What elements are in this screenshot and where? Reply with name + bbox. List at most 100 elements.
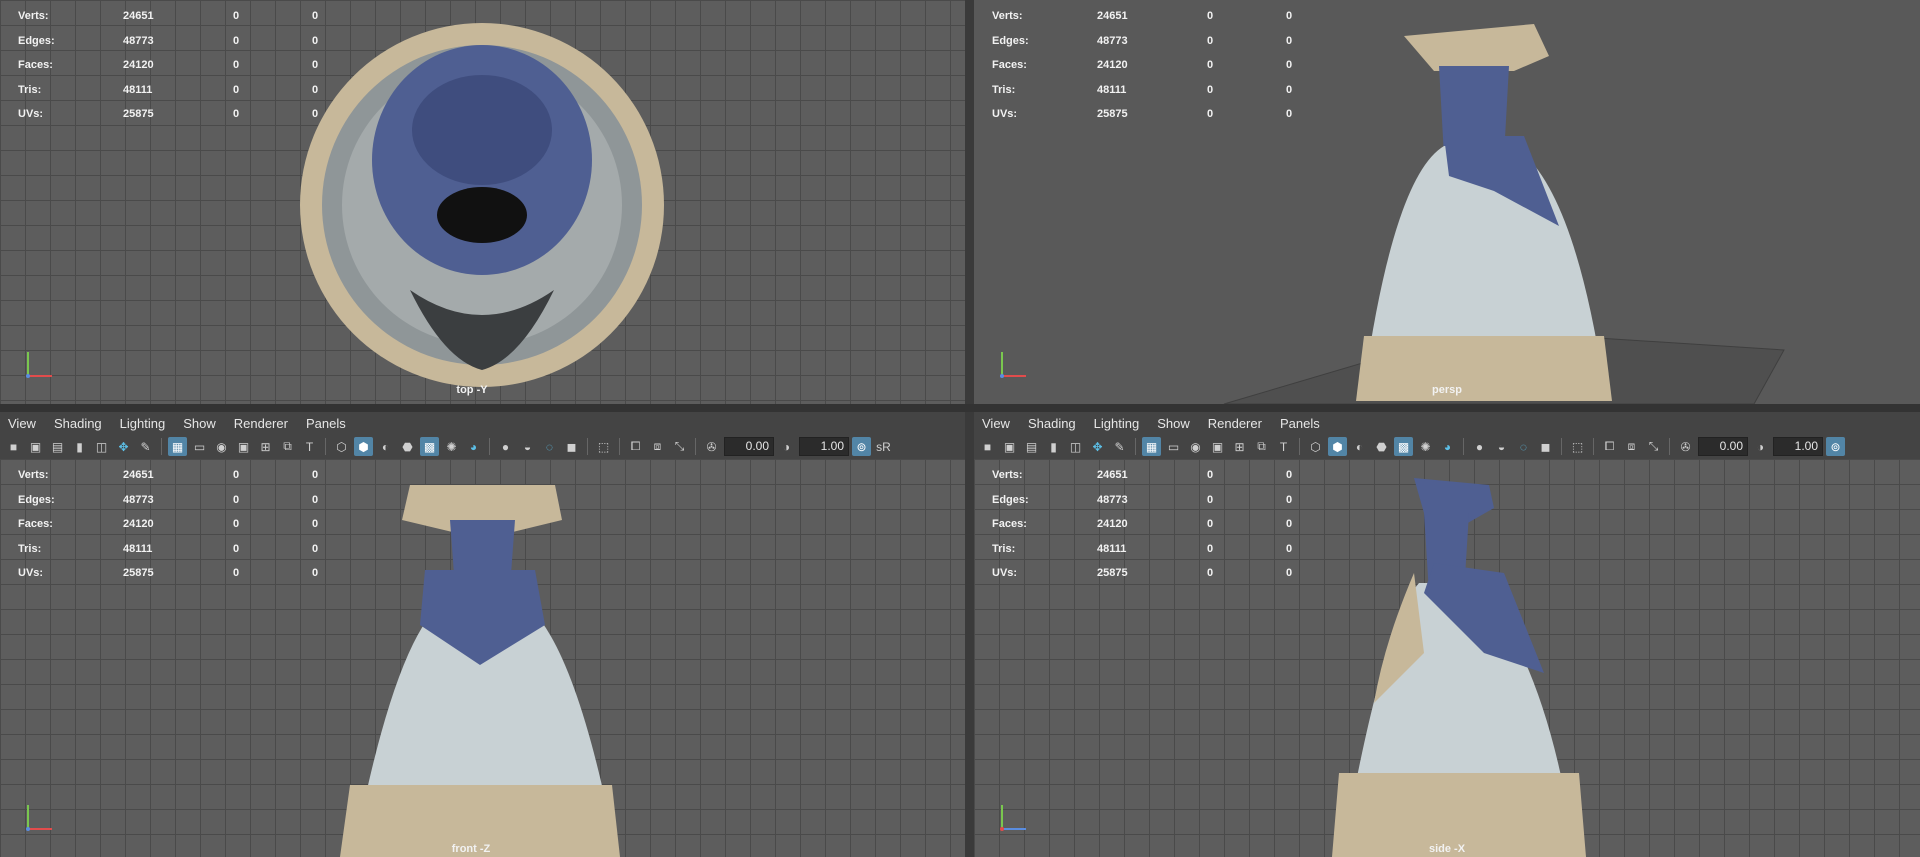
wireframe-on-shaded-icon[interactable]: ⬣ [1372,437,1391,456]
menu-lighting[interactable]: Lighting [120,416,166,431]
shadows-icon[interactable]: ◕ [1438,437,1457,456]
field-chart-icon[interactable]: ⊞ [256,437,275,456]
panel-divider-vertical-bottom[interactable] [965,412,974,857]
wireframe-on-shaded-icon[interactable]: ⬣ [398,437,417,456]
panel-toolbar-front: ■ ▣ ▤ ▮ ◫ ✥ ✎ ▦ ▭ ◉ ▣ ⊞ ⧉ T ⬡ ⬢ ◐ ⬣ ▩ ✺ … [0,434,965,459]
camera-lock-icon[interactable]: ▣ [1000,437,1019,456]
menu-show[interactable]: Show [183,416,216,431]
exposure-field[interactable]: 0.00 [1698,437,1748,456]
xray-icon[interactable]: ⧠ [626,437,645,456]
smooth-shade-icon[interactable]: ⬢ [354,437,373,456]
xray-joints-icon[interactable]: ⤡ [1644,437,1663,456]
menu-view[interactable]: View [8,416,36,431]
stat-edges: 48773 [123,493,154,506]
color-management-icon[interactable]: ⊚ [1826,437,1845,456]
anti-aliasing-icon[interactable]: ◌ [1514,437,1533,456]
toolbar-separator [1135,438,1136,455]
toolbar-separator [695,438,696,455]
light-icon[interactable]: ✺ [442,437,461,456]
default-material-icon[interactable]: ◐ [1350,437,1369,456]
dress-model-front[interactable] [330,475,630,857]
camera-attributes-icon[interactable]: ▤ [48,437,67,456]
stat-label-uvs: UVs: [992,567,1018,580]
texture-icon[interactable]: ▩ [1394,437,1413,456]
image-plane-icon[interactable]: ◫ [1066,437,1085,456]
menu-renderer[interactable]: Renderer [1208,416,1262,431]
menu-show[interactable]: Show [1157,416,1190,431]
view-transform-label[interactable]: sR [874,437,893,456]
resolution-gate-icon[interactable]: ◉ [1186,437,1205,456]
two-d-pan-icon[interactable]: ✥ [114,437,133,456]
safe-action-icon[interactable]: ⧉ [278,437,297,456]
smooth-shade-icon[interactable]: ⬢ [1328,437,1347,456]
camera-icon[interactable]: ■ [978,437,997,456]
grid-icon[interactable]: ▦ [168,437,187,456]
camera-lock-icon[interactable]: ▣ [26,437,45,456]
panel-divider-horizontal[interactable] [0,404,1920,412]
xray-joints-icon[interactable]: ⤡ [670,437,689,456]
stat-label-edges: Edges: [18,34,55,47]
safe-action-icon[interactable]: ⧉ [1252,437,1271,456]
isolate-icon[interactable]: ⬚ [594,437,613,456]
panel-divider-vertical[interactable] [965,0,974,404]
dress-model-side[interactable] [1304,473,1604,857]
depth-of-field-icon[interactable]: ◼ [1536,437,1555,456]
dress-model-top[interactable] [290,10,675,395]
field-chart-icon[interactable]: ⊞ [1230,437,1249,456]
menu-shading[interactable]: Shading [54,416,102,431]
safe-title-icon[interactable]: T [300,437,319,456]
light-icon[interactable]: ✺ [1416,437,1435,456]
image-plane-icon[interactable]: ◫ [92,437,111,456]
menu-view[interactable]: View [982,416,1010,431]
xray-icon[interactable]: ⧠ [1600,437,1619,456]
texture-icon[interactable]: ▩ [420,437,439,456]
screen-space-ao-icon[interactable]: ● [1470,437,1489,456]
screen-space-ao-icon[interactable]: ● [496,437,515,456]
camera-attributes-icon[interactable]: ▤ [1022,437,1041,456]
film-gate-icon[interactable]: ▭ [1164,437,1183,456]
menu-shading[interactable]: Shading [1028,416,1076,431]
wireframe-icon[interactable]: ⬡ [1306,437,1325,456]
menu-renderer[interactable]: Renderer [234,416,288,431]
isolate-icon[interactable]: ⬚ [1568,437,1587,456]
default-material-icon[interactable]: ◐ [376,437,395,456]
toolbar-separator [587,438,588,455]
motion-blur-icon[interactable]: ◒ [1492,437,1511,456]
color-management-icon[interactable]: ⊚ [852,437,871,456]
safe-title-icon[interactable]: T [1274,437,1293,456]
grease-pencil-icon[interactable]: ✎ [136,437,155,456]
menu-panels[interactable]: Panels [1280,416,1320,431]
stat-faces-sel: 0 [1207,518,1214,531]
exposure-field[interactable]: 0.00 [724,437,774,456]
stat-uvs-sel: 0 [1207,108,1214,121]
stat-label-verts: Verts: [992,10,1023,23]
menu-panels[interactable]: Panels [306,416,346,431]
viewport-front[interactable]: Verts: 24651 0 0 Edges: 48773 0 0 Faces: 24120 0… [0,459,965,857]
gamma-field[interactable]: 1.00 [799,437,849,456]
camera-icon[interactable]: ■ [4,437,23,456]
depth-of-field-icon[interactable]: ◼ [562,437,581,456]
resolution-gate-icon[interactable]: ◉ [212,437,231,456]
viewport-persp[interactable]: Verts: 24651 0 0 Edges: 48773 0 0 Faces: 24120 0… [974,0,1920,404]
xray-active-icon[interactable]: ⧈ [1622,437,1641,456]
anti-aliasing-icon[interactable]: ◌ [540,437,559,456]
film-gate-icon[interactable]: ▭ [190,437,209,456]
gamma-field[interactable]: 1.00 [1773,437,1823,456]
grease-pencil-icon[interactable]: ✎ [1110,437,1129,456]
viewport-top[interactable]: Verts: 24651 0 0 Edges: 48773 0 0 Faces: 24120 0… [0,0,965,404]
xray-active-icon[interactable]: ⧈ [648,437,667,456]
motion-blur-icon[interactable]: ◒ [518,437,537,456]
menu-lighting[interactable]: Lighting [1094,416,1140,431]
viewport-side[interactable]: Verts: 24651 0 0 Edges: 48773 0 0 Faces: 24120 0… [974,459,1920,857]
two-d-pan-icon[interactable]: ✥ [1088,437,1107,456]
bookmark-icon[interactable]: ▮ [70,437,89,456]
shadows-icon[interactable]: ◕ [464,437,483,456]
grid-icon[interactable]: ▦ [1142,437,1161,456]
gate-mask-icon[interactable]: ▣ [234,437,253,456]
gate-mask-icon[interactable]: ▣ [1208,437,1227,456]
bookmark-icon[interactable]: ▮ [1044,437,1063,456]
stat-faces-sel: 0 [1207,59,1214,72]
stat-faces: 24120 [1097,518,1128,531]
dress-model-persp[interactable] [1334,16,1634,404]
wireframe-icon[interactable]: ⬡ [332,437,351,456]
